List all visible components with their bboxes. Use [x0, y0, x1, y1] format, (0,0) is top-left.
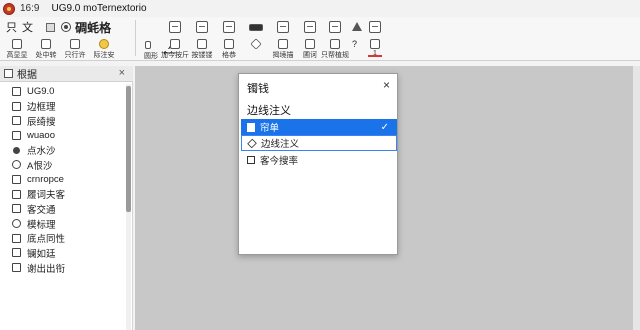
tree-item-icon: [12, 233, 21, 243]
bulb-icon: [99, 39, 109, 49]
tree-item-label: 镧如廷: [27, 248, 56, 260]
tree-item-icon: [12, 174, 21, 184]
camera-icon: [197, 39, 207, 49]
note-icon: [305, 39, 315, 49]
print-icon: [330, 39, 340, 49]
panel-header: 根据 ×: [0, 66, 133, 82]
tree-item-icon: [12, 204, 21, 214]
title-aspect: 16:9: [20, 3, 40, 14]
option-label: 帘单: [260, 123, 280, 134]
option-item[interactable]: 边线注义: [241, 135, 397, 151]
add-icon: [170, 39, 180, 49]
tree-item-icon: [12, 219, 21, 229]
tree-item-icon: [12, 189, 21, 199]
checkbox-icon: [247, 156, 255, 164]
tree-item-icon: [12, 116, 21, 126]
dialog-title: 镯钱: [247, 83, 269, 95]
tree-item-icon: [12, 263, 21, 273]
tree-item[interactable]: 履词夫客: [0, 187, 125, 202]
active-indicator: [368, 55, 382, 57]
tool-page[interactable]: 1: [358, 17, 392, 61]
tree-item[interactable]: 边框理: [0, 99, 125, 114]
option-label: 边线注义: [261, 139, 300, 150]
part-tree: UG9.0 边框理辰绮搜 wuaoo 点水沙 A恨沙 crnropce 履词夫客客交通模标理…: [0, 84, 125, 275]
panel-title: 根据: [17, 70, 37, 81]
tree-item-label: 履词夫客: [27, 190, 66, 202]
tree-item-icon: [12, 130, 21, 140]
tree-item-label: 模标理: [27, 219, 56, 231]
feature-icon: [70, 39, 80, 49]
right-scrollbar[interactable]: [633, 66, 640, 330]
page-icon: [370, 39, 380, 49]
tool-help-label: ?: [352, 39, 358, 49]
small-icon: [145, 41, 151, 49]
sketch-icon: [41, 39, 51, 49]
tree-item-icon: [12, 86, 21, 96]
option-item[interactable]: 客今搜率: [241, 152, 397, 168]
tree-item-label: 底点同性: [27, 234, 66, 246]
tree-item-label: 边框理: [27, 102, 56, 114]
tree-item-label: 辰绮搜: [27, 116, 56, 128]
option-item[interactable]: 帘单 ✓: [241, 119, 397, 135]
navigator-panel: 根据 × UG9.0 边框理辰绮搜 wuaoo 点水沙 A恨沙 crnropce 履词夫客客…: [0, 66, 133, 330]
tree-item[interactable]: 辰绮搜: [0, 113, 125, 128]
tree-item[interactable]: 模标理: [0, 216, 125, 231]
dialog-close-icon[interactable]: ×: [383, 78, 390, 92]
diamond-icon: [250, 38, 262, 50]
tool-bulb[interactable]: 际注安: [87, 17, 121, 61]
tree-item-label: UG9.0: [27, 85, 55, 97]
dialog: 镯钱 × 边线注义 帘单 ✓ 边线注义 客今搜率: [238, 73, 398, 255]
tree-item-label: 点水沙: [27, 146, 56, 158]
tree-item[interactable]: 点水沙: [0, 143, 125, 158]
window-title: UG9.0 moTernextorio: [51, 3, 147, 14]
tree-item-label: A恨沙: [27, 160, 53, 172]
monitor-icon: [249, 24, 263, 31]
tree-item-icon: [12, 160, 21, 170]
tree-item[interactable]: 客交通: [0, 202, 125, 217]
check-icon: ✓: [380, 121, 389, 133]
tree-item-label: 谢出出衔: [27, 263, 66, 275]
tree-item-label: wuaoo: [27, 129, 55, 141]
align-icon: [278, 39, 288, 49]
dialog-label: 边线注义: [247, 105, 291, 117]
tree-item-icon: [13, 146, 20, 154]
file-icon: [247, 122, 255, 132]
tool-bulb-label: 际注安: [93, 52, 115, 59]
app-logo-icon: [3, 2, 15, 15]
tree-item[interactable]: A恨沙: [0, 157, 125, 172]
option-label: 客今搜率: [260, 156, 299, 167]
grid-icon: [12, 39, 22, 49]
panel-scrollbar-thumb[interactable]: [126, 86, 131, 212]
tree-item[interactable]: 谢出出衔: [0, 260, 125, 275]
tree-item[interactable]: UG9.0: [0, 84, 125, 99]
tree-item-label: crnropce: [27, 173, 64, 185]
display-icon: [224, 39, 234, 49]
toolbar: 只 文 碉蚝格 高显显 处中转 只行许 际注安 圆形 ⅄ ⟵ 加今按斤: [0, 17, 640, 61]
title-bar: 16:9 UG9.0 moTernextorio: [0, 0, 640, 17]
tree-item[interactable]: 镧如廷: [0, 246, 125, 261]
tree-item-label: 客交通: [27, 204, 56, 216]
panel-icon: [4, 69, 13, 78]
tree-item-icon: [12, 248, 21, 258]
tree-item[interactable]: crnropce: [0, 172, 125, 187]
panel-close-icon[interactable]: ×: [119, 67, 125, 79]
tree-item[interactable]: wuaoo: [0, 128, 125, 143]
tree-item-icon: [12, 101, 21, 111]
tree-item[interactable]: 底点同性: [0, 231, 125, 246]
diamond-icon: [247, 138, 257, 148]
